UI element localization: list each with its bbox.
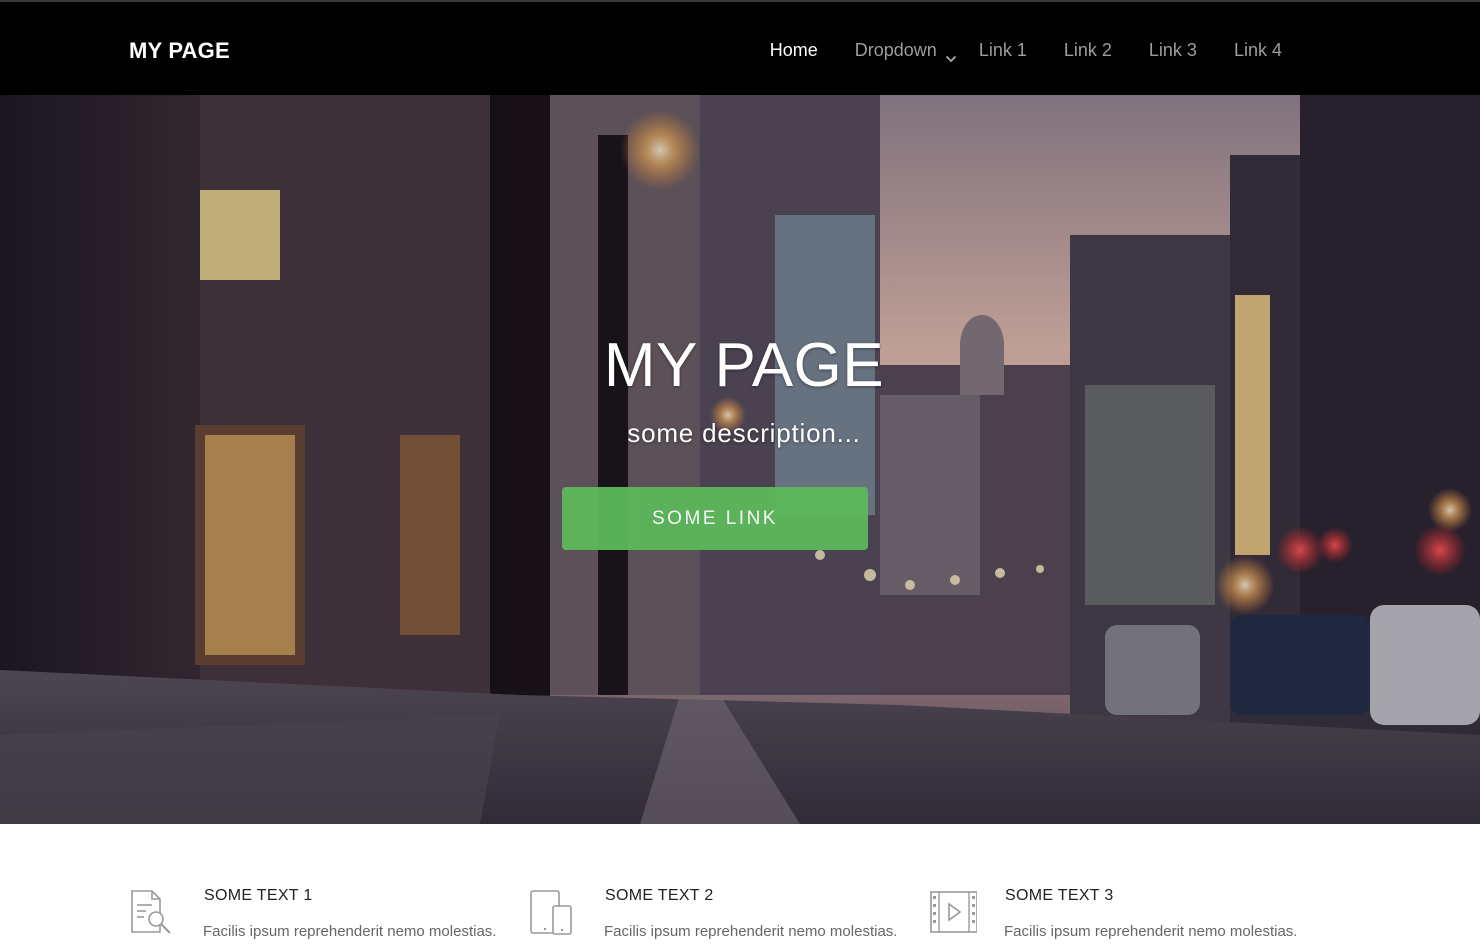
chevron-down-icon <box>945 46 957 63</box>
feature-title: SOME TEXT 2 <box>605 887 714 904</box>
feature-item: SOME TEXT 2 Facilis ipsum reprehenderit … <box>529 886 909 946</box>
nav-item-link-3[interactable]: Link 3 <box>1149 39 1197 61</box>
nav-item-link-2[interactable]: Link 2 <box>1064 39 1112 61</box>
feature-item: SOME TEXT 1 Facilis ipsum reprehenderit … <box>128 886 508 946</box>
hero-title: MY PAGE <box>603 331 885 400</box>
hero-section: MY PAGE some description... SOME LINK <box>0 95 1480 824</box>
hero-cta-button[interactable]: SOME LINK <box>562 487 868 550</box>
nav-item-dropdown[interactable]: Dropdown <box>854 39 957 63</box>
feature-text: Facilis ipsum reprehenderit nemo molesti… <box>203 923 497 940</box>
feature-text: Facilis ipsum reprehenderit nemo molesti… <box>604 923 898 940</box>
features-section: SOME TEXT 1 Facilis ipsum reprehenderit … <box>0 824 1480 946</box>
nav-item-link-4[interactable]: Link 4 <box>1234 39 1282 61</box>
devices-icon <box>529 888 577 936</box>
nav-item-dropdown-label: Dropdown <box>854 40 937 60</box>
video-icon <box>929 888 978 936</box>
nav-item-home[interactable]: Home <box>770 39 818 61</box>
feature-title: SOME TEXT 3 <box>1005 887 1114 904</box>
navbar: MY PAGE Home Dropdown Link 1 Link 2 Link… <box>0 0 1480 95</box>
feature-item: SOME TEXT 3 Facilis ipsum reprehenderit … <box>929 886 1309 946</box>
hero-description: some description... <box>627 418 861 448</box>
main-nav: Home Dropdown Link 1 Link 2 Link 3 Link … <box>770 37 1282 63</box>
search-document-icon <box>128 888 176 936</box>
hero-overlay <box>0 95 1480 824</box>
nav-item-link-1[interactable]: Link 1 <box>979 39 1027 61</box>
brand-logo[interactable]: MY PAGE <box>129 38 230 64</box>
feature-title: SOME TEXT 1 <box>204 887 313 904</box>
feature-text: Facilis ipsum reprehenderit nemo molesti… <box>1004 923 1298 940</box>
